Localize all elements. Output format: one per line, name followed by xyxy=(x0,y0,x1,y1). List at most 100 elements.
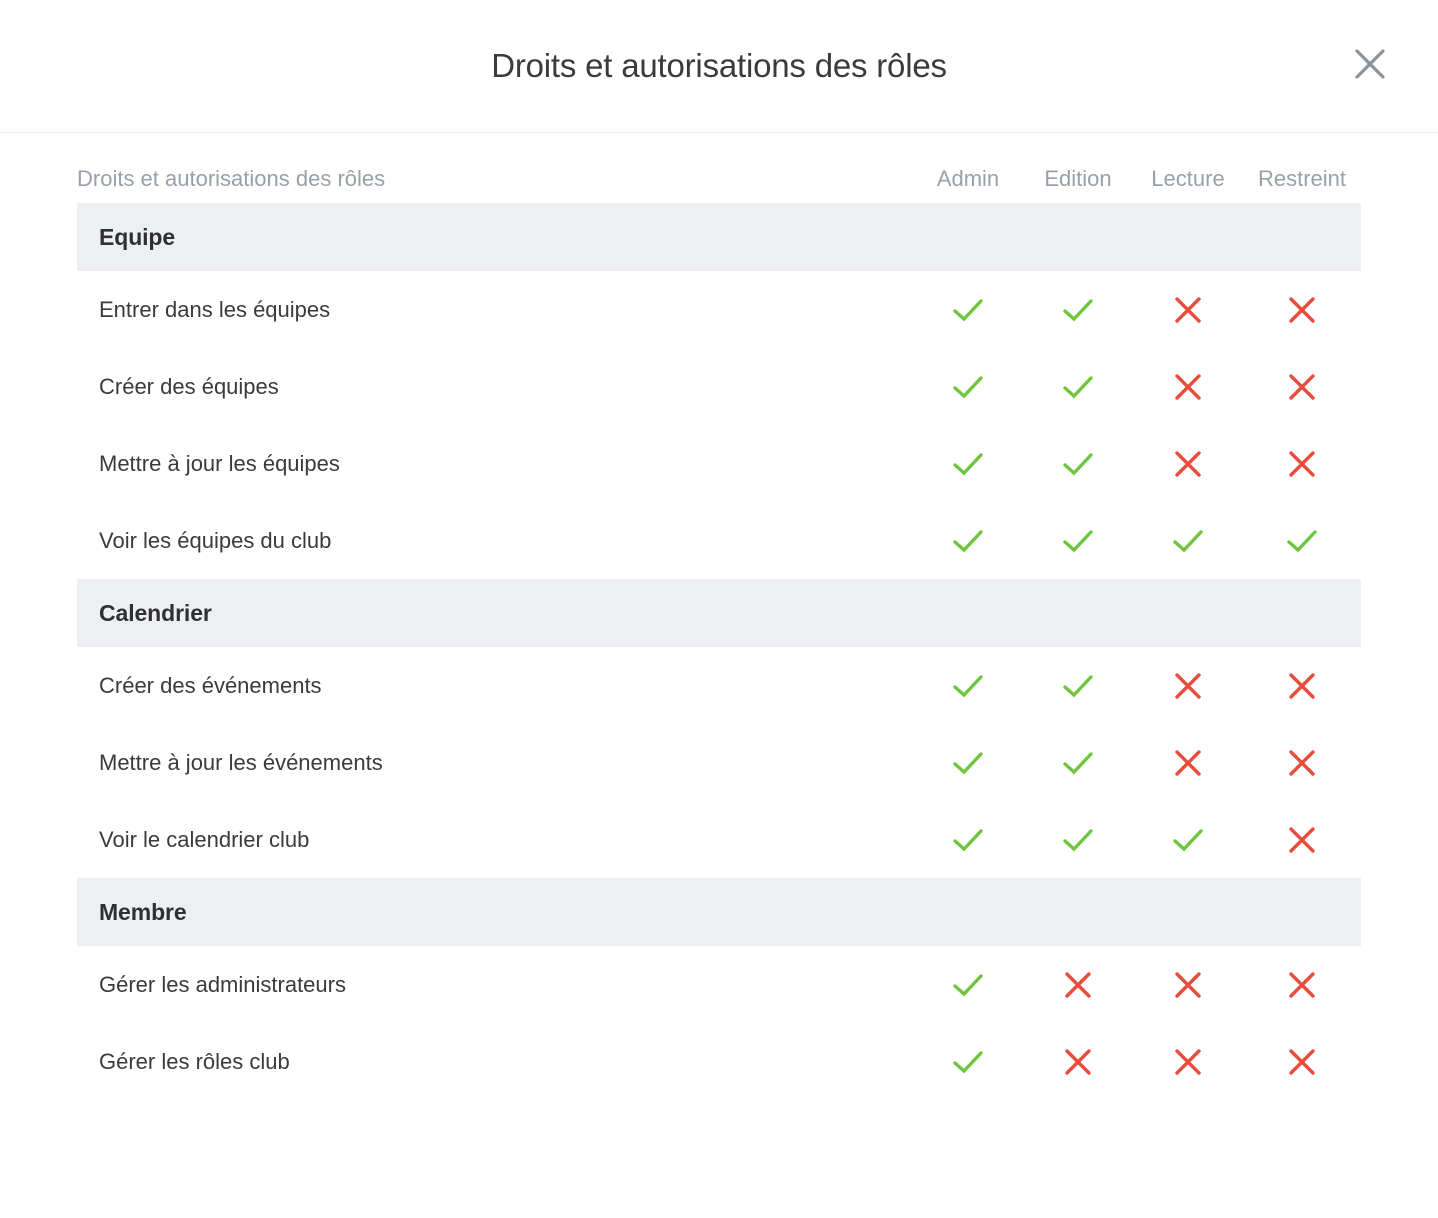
check-icon xyxy=(1059,744,1097,782)
check-icon xyxy=(949,368,987,406)
table-body: Equipe Entrer dans les équipes Créer des é… xyxy=(77,203,1361,1100)
permission-cell-admin xyxy=(913,667,1023,705)
permission-label: Voir le calendrier club xyxy=(99,826,310,852)
permission-cell-edition xyxy=(1023,667,1133,705)
cross-icon xyxy=(1283,821,1321,859)
permission-cell-lecture xyxy=(1133,667,1243,705)
table-row: Voir le calendrier club xyxy=(77,801,1361,878)
check-icon xyxy=(1059,821,1097,859)
permission-cell-admin xyxy=(913,821,1023,859)
cross-icon xyxy=(1169,1043,1207,1081)
permission-label: Voir les équipes du club xyxy=(99,527,332,553)
permission-cell-edition xyxy=(1023,821,1133,859)
check-icon xyxy=(949,522,987,560)
cross-icon xyxy=(1283,966,1321,1004)
cross-icon xyxy=(1169,291,1207,329)
section-header: Equipe xyxy=(77,203,1361,271)
permission-cell-restreint xyxy=(1243,291,1361,329)
cross-icon xyxy=(1169,445,1207,483)
permission-label: Créer des événements xyxy=(99,672,322,698)
cross-icon xyxy=(1169,966,1207,1004)
permission-cell-restreint xyxy=(1243,744,1361,782)
cross-icon xyxy=(1283,667,1321,705)
permission-cell-edition xyxy=(1023,966,1133,1004)
permissions-table: Droits et autorisations des rôles Admin … xyxy=(0,133,1438,1100)
permission-label: Créer des équipes xyxy=(99,373,279,399)
permission-cell-edition xyxy=(1023,445,1133,483)
check-icon xyxy=(949,966,987,1004)
permission-cell-admin xyxy=(913,966,1023,1004)
permission-label: Gérer les administrateurs xyxy=(99,971,346,997)
table-header-label: Droits et autorisations des rôles xyxy=(77,166,386,191)
column-header-restreint: Restreint xyxy=(1257,166,1347,191)
column-header-lecture: Lecture xyxy=(1151,166,1225,191)
cross-icon xyxy=(1283,368,1321,406)
permission-cell-lecture xyxy=(1133,744,1243,782)
permission-cell-lecture xyxy=(1133,821,1243,859)
permission-cell-lecture xyxy=(1133,1043,1243,1081)
cross-icon xyxy=(1283,1043,1321,1081)
permission-cell-restreint xyxy=(1243,522,1361,560)
check-icon xyxy=(1169,522,1207,560)
check-icon xyxy=(1059,368,1097,406)
cross-icon xyxy=(1169,744,1207,782)
table-header-row: Droits et autorisations des rôles Admin … xyxy=(77,133,1361,203)
permission-cell-restreint xyxy=(1243,966,1361,1004)
table-row: Créer des événements xyxy=(77,647,1361,724)
permission-label: Mettre à jour les équipes xyxy=(99,450,340,476)
cross-icon xyxy=(1283,291,1321,329)
permission-cell-edition xyxy=(1023,522,1133,560)
section-header: Membre xyxy=(77,878,1361,946)
permission-cell-admin xyxy=(913,368,1023,406)
section-title: Equipe xyxy=(99,223,176,250)
section-header: Calendrier xyxy=(77,579,1361,647)
permission-label: Gérer les rôles club xyxy=(99,1048,290,1074)
permission-cell-lecture xyxy=(1133,966,1243,1004)
cross-icon xyxy=(1283,445,1321,483)
table-row: Gérer les administrateurs xyxy=(77,946,1361,1023)
cross-icon xyxy=(1283,744,1321,782)
permission-cell-lecture xyxy=(1133,368,1243,406)
table-row: Créer des équipes xyxy=(77,348,1361,425)
permission-cell-edition xyxy=(1023,368,1133,406)
permission-label: Entrer dans les équipes xyxy=(99,296,331,322)
table-row: Voir les équipes du club xyxy=(77,502,1361,579)
check-icon xyxy=(1169,821,1207,859)
cross-icon xyxy=(1169,667,1207,705)
close-button[interactable] xyxy=(1344,38,1396,90)
close-icon xyxy=(1353,47,1387,81)
permission-cell-admin xyxy=(913,445,1023,483)
permission-cell-edition xyxy=(1023,1043,1133,1081)
check-icon xyxy=(1059,445,1097,483)
permission-cell-lecture xyxy=(1133,522,1243,560)
permission-cell-restreint xyxy=(1243,368,1361,406)
permission-cell-admin xyxy=(913,522,1023,560)
permission-cell-admin xyxy=(913,291,1023,329)
cross-icon xyxy=(1169,368,1207,406)
check-icon xyxy=(949,744,987,782)
column-header-edition: Edition xyxy=(1044,166,1112,191)
permission-cell-restreint xyxy=(1243,1043,1361,1081)
table-row: Entrer dans les équipes xyxy=(77,271,1361,348)
permission-cell-restreint xyxy=(1243,667,1361,705)
check-icon xyxy=(949,291,987,329)
permission-cell-lecture xyxy=(1133,291,1243,329)
check-icon xyxy=(1059,667,1097,705)
check-icon xyxy=(1283,522,1321,560)
check-icon xyxy=(949,821,987,859)
check-icon xyxy=(949,445,987,483)
modal-header: Droits et autorisations des rôles xyxy=(0,0,1438,133)
permission-cell-restreint xyxy=(1243,821,1361,859)
permission-cell-admin xyxy=(913,1043,1023,1081)
table-row: Gérer les rôles club xyxy=(77,1023,1361,1100)
cross-icon xyxy=(1059,966,1097,1004)
permission-cell-lecture xyxy=(1133,445,1243,483)
page-title: Droits et autorisations des rôles xyxy=(491,47,947,84)
permission-cell-admin xyxy=(913,744,1023,782)
check-icon xyxy=(1059,522,1097,560)
permission-label: Mettre à jour les événements xyxy=(99,749,383,775)
table-row: Mettre à jour les équipes xyxy=(77,425,1361,502)
section-title: Calendrier xyxy=(99,599,212,626)
cross-icon xyxy=(1059,1043,1097,1081)
check-icon xyxy=(949,667,987,705)
